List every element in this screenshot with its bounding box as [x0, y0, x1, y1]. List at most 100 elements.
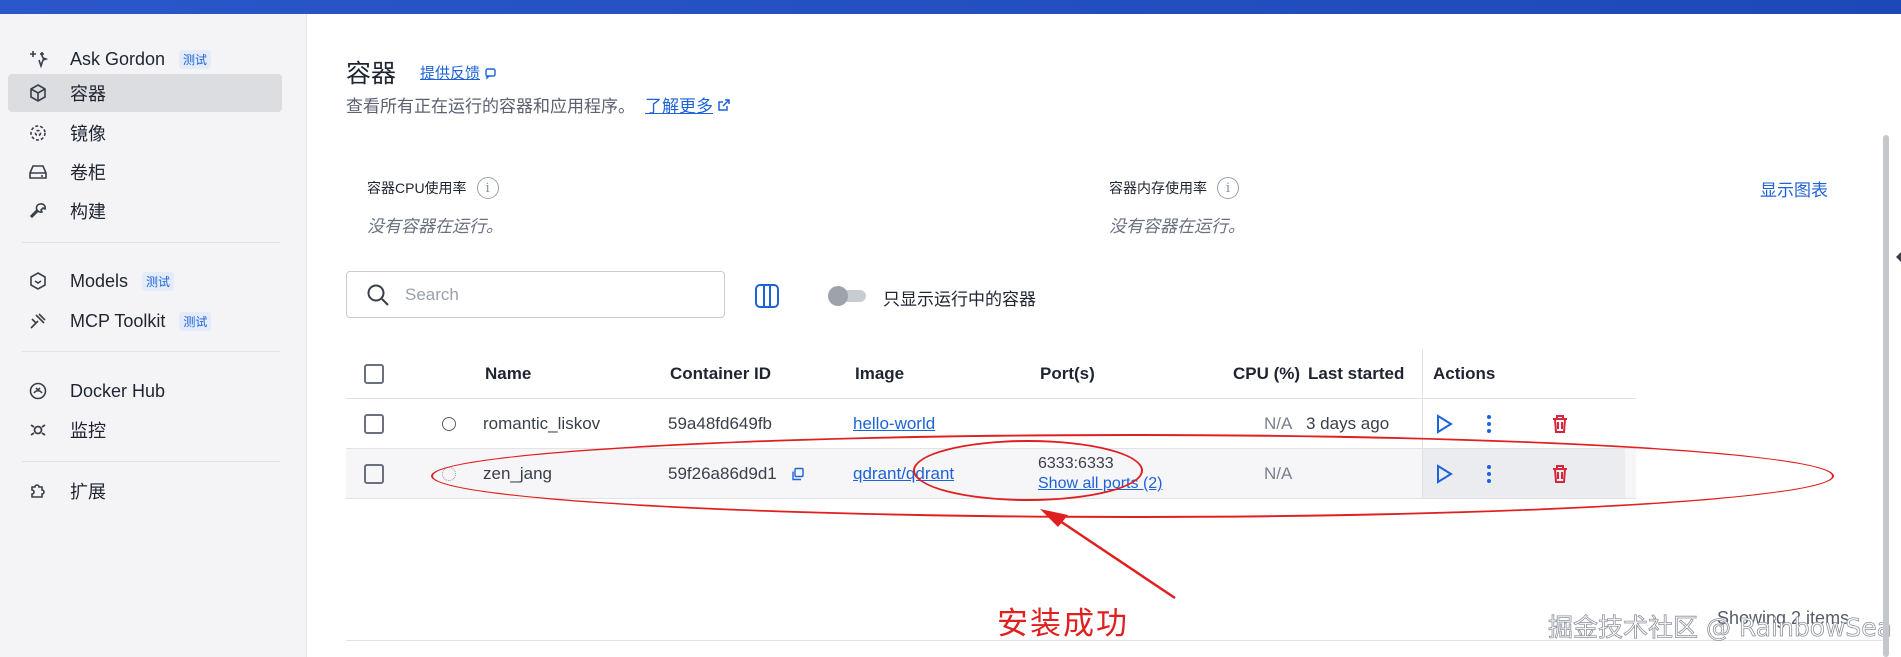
container-name[interactable]: romantic_liskov: [483, 399, 600, 449]
main-content: 容器 提供反馈 查看所有正在运行的容器和应用程序。 了解更多 容器CPU使用率 …: [308, 14, 1901, 657]
hub-icon: [26, 379, 50, 403]
column-header-container-id[interactable]: Container ID: [670, 349, 771, 399]
container-status-icon: [442, 417, 456, 431]
memory-usage-title: 容器内存使用率: [1109, 180, 1207, 196]
start-button[interactable]: [1429, 399, 1459, 449]
learn-more-label: 了解更多: [645, 97, 713, 116]
start-button[interactable]: [1429, 449, 1459, 499]
copy-icon[interactable]: [791, 467, 805, 481]
last-started: 3 days ago: [1306, 414, 1390, 433]
table-row[interactable]: zen_jang 59f26a86d9d1 qdrant/qdrant 6333…: [346, 449, 1636, 499]
container-status-icon: [442, 467, 456, 481]
delete-button[interactable]: [1545, 449, 1575, 499]
show-chart-button[interactable]: 显示图表: [1760, 176, 1828, 201]
search-box: [346, 271, 725, 318]
container-id: 59f26a86d9d1: [668, 449, 805, 499]
cube-icon: [26, 81, 50, 105]
sidebar-item-label: 监控: [70, 421, 106, 441]
row-checkbox[interactable]: [364, 414, 384, 434]
window-top-bar: [0, 0, 1901, 14]
container-id-text: 59f26a86d9d1: [668, 464, 777, 483]
play-icon: [1437, 464, 1453, 484]
columns-icon[interactable]: [753, 282, 781, 310]
sidebar-item-label: 扩展: [70, 482, 106, 502]
info-icon[interactable]: i: [476, 177, 499, 199]
sidebar-item-label: Docker Hub: [70, 380, 166, 401]
column-header-name[interactable]: Name: [485, 349, 531, 399]
page-title: 容器: [346, 60, 397, 88]
sidebar-divider: [22, 461, 280, 462]
watermark: 掘金技术社区 @ RainbowSea: [1548, 613, 1893, 643]
feedback-link[interactable]: 提供反馈: [420, 62, 498, 83]
sidebar-item-images[interactable]: 镜像: [8, 114, 282, 152]
learn-more-link[interactable]: 了解更多: [645, 92, 731, 117]
info-icon[interactable]: i: [1217, 177, 1239, 199]
select-all-checkbox[interactable]: [364, 364, 384, 384]
sidebar-item-label: 容器: [70, 84, 106, 104]
annotation-text: 安装成功: [997, 606, 1129, 641]
sidebar-item-volumes[interactable]: 卷柜: [8, 153, 282, 191]
column-header-ports[interactable]: Port(s): [1040, 349, 1095, 399]
beta-badge: 测试: [179, 311, 212, 331]
image-link[interactable]: hello-world: [853, 414, 935, 434]
delete-button[interactable]: [1545, 399, 1575, 449]
more-options-button[interactable]: [1474, 449, 1504, 499]
play-icon: [1437, 414, 1453, 434]
wrench-icon: [26, 199, 50, 223]
sidebar-item-mcp-toolkit[interactable]: MCP Toolkit 测试: [8, 302, 282, 340]
page-subtitle-text: 查看所有正在运行的容器和应用程序。: [346, 97, 635, 116]
vertical-scrollbar[interactable]: [1883, 135, 1889, 657]
sidebar-item-label: 镜像: [70, 124, 106, 144]
image-link[interactable]: qdrant/qdrant: [853, 464, 954, 484]
kebab-menu-icon: [1487, 415, 1491, 433]
external-link-icon: [718, 98, 730, 111]
monitor-icon: [26, 418, 50, 442]
memory-usage-label: 容器内存使用率 i: [1109, 177, 1239, 199]
beta-badge: 测试: [142, 271, 175, 291]
toggle-knob: [828, 286, 848, 306]
table-row[interactable]: romantic_liskov 59a48fd649fb hello-world…: [346, 399, 1636, 449]
table-header-row: Name Container ID Image Port(s) CPU (%) …: [346, 349, 1636, 399]
feedback-link-label: 提供反馈: [420, 65, 481, 82]
row-checkbox[interactable]: [364, 464, 384, 484]
sidebar-divider: [22, 351, 280, 352]
trash-icon: [1553, 465, 1567, 483]
sidebar: Ask Gordon 测试 容器 镜像 卷柜 构建 Models 测试 MCP …: [0, 14, 307, 657]
kebab-menu-icon: [1487, 465, 1491, 483]
collapse-arrow-icon[interactable]: [1896, 252, 1901, 262]
running-only-toggle[interactable]: [828, 286, 866, 306]
show-all-ports-link[interactable]: Show all ports (2): [1038, 475, 1163, 493]
sidebar-item-label: Ask Gordon: [70, 48, 166, 69]
beta-badge: 测试: [179, 49, 212, 69]
sparkle-icon: [26, 47, 50, 71]
image-layers-icon: [26, 121, 50, 145]
cpu-usage-label: 容器CPU使用率 i: [367, 177, 499, 199]
sidebar-item-extensions[interactable]: 扩展: [8, 472, 282, 510]
column-header-last-started[interactable]: Last started: [1308, 349, 1404, 399]
column-header-image[interactable]: Image: [855, 349, 904, 399]
container-id: 59a48fd649fb: [668, 414, 772, 433]
volume-drive-icon: [26, 160, 50, 184]
trash-icon: [1553, 415, 1567, 433]
cpu-usage-empty: 没有容器在运行。: [367, 217, 503, 236]
sidebar-item-ask-gordon[interactable]: Ask Gordon 测试: [8, 40, 282, 78]
sidebar-item-docker-hub[interactable]: Docker Hub: [8, 372, 282, 410]
port-mapping: 6333:6333: [1038, 455, 1114, 472]
sidebar-item-containers[interactable]: 容器: [8, 74, 282, 112]
sidebar-item-label: 卷柜: [70, 163, 106, 183]
column-header-cpu[interactable]: CPU (%): [1233, 349, 1300, 399]
ports-cell: 6333:6333 Show all ports (2): [1038, 449, 1163, 499]
sidebar-item-label: 构建: [70, 202, 106, 222]
cpu-usage-title: 容器CPU使用率: [367, 180, 467, 196]
search-icon: [367, 284, 389, 306]
feedback-icon: [485, 67, 496, 80]
sidebar-item-models[interactable]: Models 测试: [8, 262, 282, 300]
search-input[interactable]: [405, 284, 705, 305]
cpu-value: N/A: [1264, 414, 1293, 433]
sidebar-item-monitor[interactable]: 监控: [8, 411, 282, 449]
more-options-button[interactable]: [1474, 399, 1504, 449]
sidebar-item-builds[interactable]: 构建: [8, 192, 282, 230]
container-name[interactable]: zen_jang: [483, 449, 552, 499]
puzzle-icon: [26, 479, 50, 503]
cpu-value: N/A: [1264, 464, 1293, 483]
